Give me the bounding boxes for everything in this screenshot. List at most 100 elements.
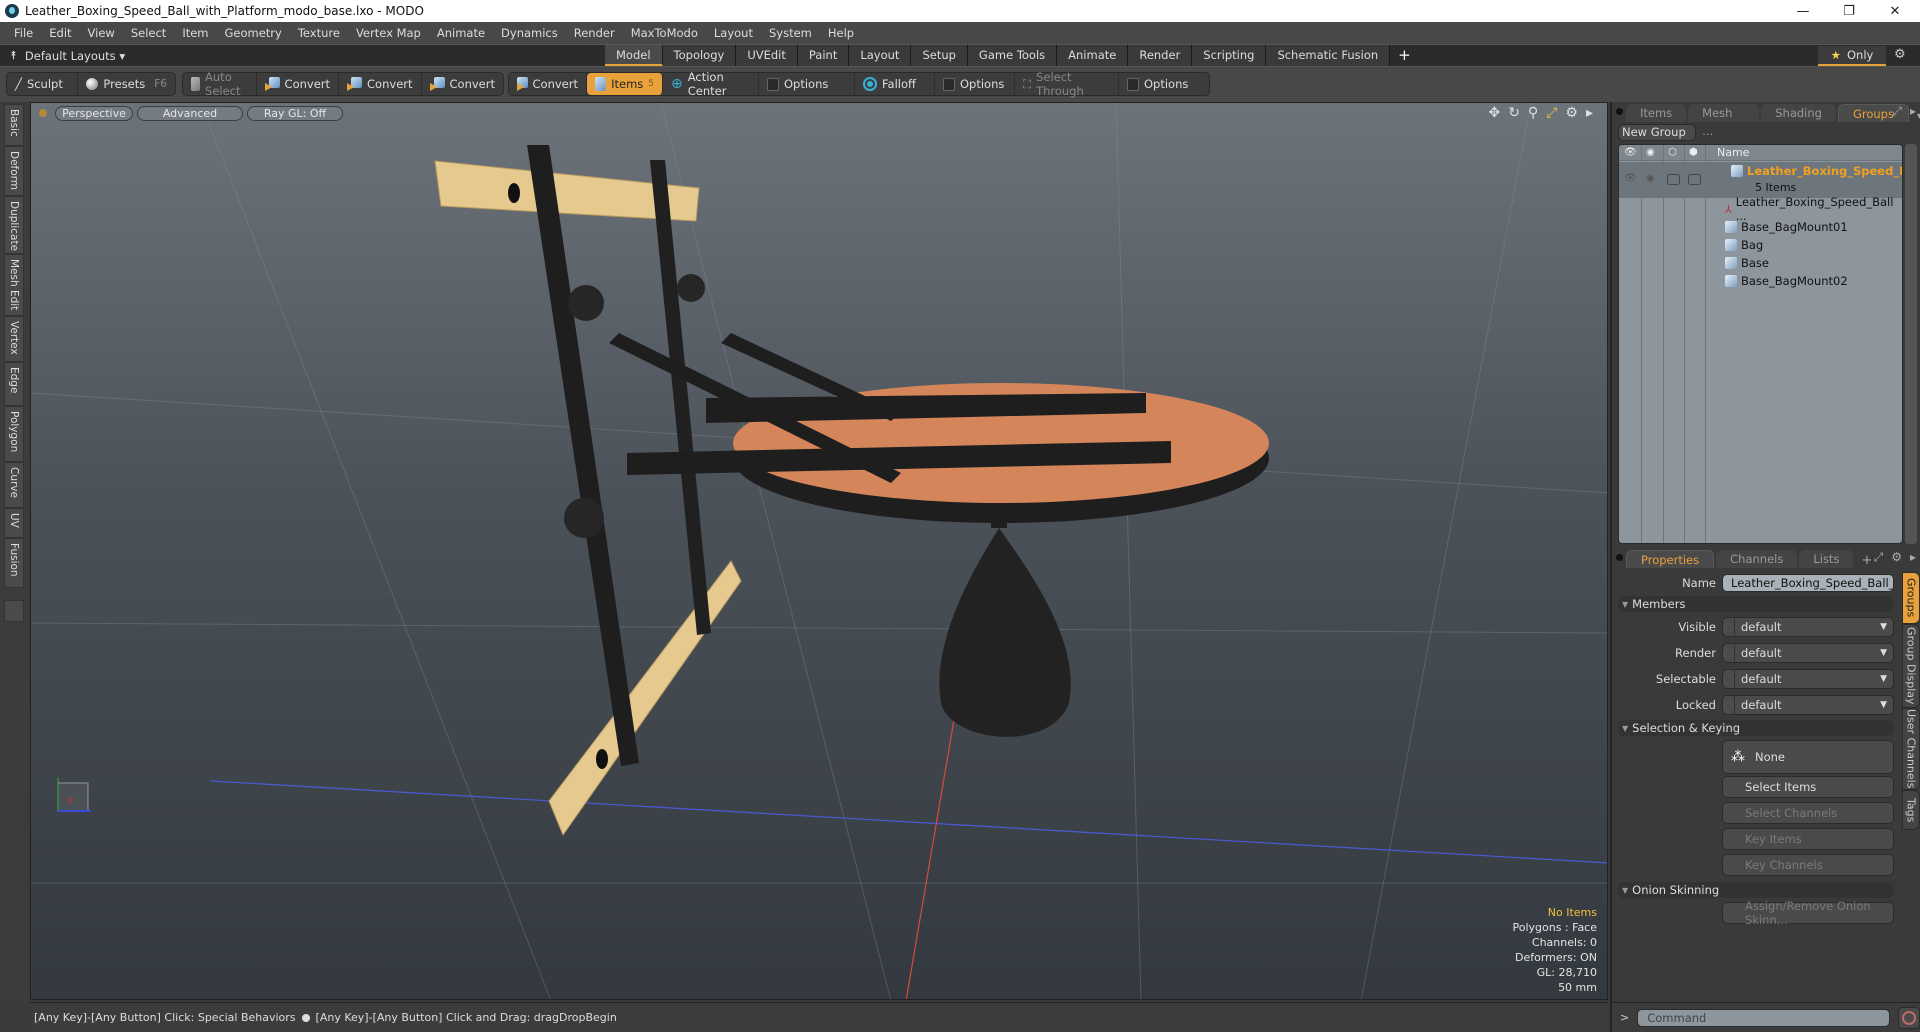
side-tab-groups[interactable]: Groups [1902, 572, 1920, 624]
tab-channels[interactable]: Channels [1716, 550, 1798, 568]
tab-mesh-edit[interactable]: Mesh Edit [4, 254, 24, 316]
tab-uv[interactable]: UV [4, 508, 24, 538]
tab-duplicate[interactable]: Duplicate [4, 196, 24, 254]
tab-lists[interactable]: Lists [1799, 550, 1854, 568]
menu-texture[interactable]: Texture [290, 26, 348, 40]
group-name-field[interactable]: Leather_Boxing_Speed_Ball_with [1722, 574, 1894, 592]
minimize-button[interactable]: — [1780, 0, 1826, 22]
perspective-dropdown[interactable]: Perspective [55, 105, 133, 121]
menu-help[interactable]: Help [820, 26, 862, 40]
maximize-viewport-icon[interactable]: ⤢ [1546, 105, 1557, 121]
tab-polygon[interactable]: Polygon [4, 406, 24, 462]
menu-edit[interactable]: Edit [41, 26, 79, 40]
tab-model[interactable]: Model [605, 45, 663, 66]
panel-menu-dot-icon[interactable] [1616, 554, 1623, 561]
side-tab-user-channels[interactable]: User Channels [1902, 708, 1920, 790]
render-dropdown[interactable]: default ▼ [1722, 643, 1894, 663]
items-mode-button[interactable]: Items 5 [587, 73, 663, 95]
convert-button-4[interactable]: Convert [509, 73, 587, 95]
tab-basic[interactable]: Basic [4, 104, 24, 146]
tree-scrollbar[interactable] [1905, 144, 1917, 544]
group-row[interactable]: 👁 ◉ Leather_Boxing_Speed_B... 5 Items [1619, 162, 1902, 198]
raygl-toggle[interactable]: Ray GL: Off [247, 105, 343, 121]
tab-setup[interactable]: Setup [911, 45, 968, 66]
tree-item[interactable]: Base_BagMount02 [1725, 272, 1848, 290]
select-through-button[interactable]: ⛶ Select Through [1015, 70, 1119, 98]
default-layouts-dropdown[interactable]: Default Layouts ▾ [25, 49, 125, 63]
panel-menu-dot-icon[interactable] [1616, 108, 1623, 115]
render-camera-icon[interactable]: ◉ [1646, 147, 1655, 158]
new-group-button[interactable]: New Group [1618, 124, 1696, 141]
menu-file[interactable]: File [6, 26, 41, 40]
tab-vertex[interactable]: Vertex [4, 316, 24, 362]
menu-animate[interactable]: Animate [429, 26, 493, 40]
rotate-icon[interactable]: ↻ [1508, 105, 1520, 121]
assign-onion-skin-button[interactable]: Assign/Remove Onion Skinn... [1722, 899, 1894, 927]
menu-maxtomodo[interactable]: MaxToModo [623, 26, 706, 40]
tree-item[interactable]: Base_BagMount01 [1725, 218, 1848, 236]
tab-scripting[interactable]: Scripting [1192, 45, 1267, 66]
locked-dropdown[interactable]: default ▼ [1722, 695, 1894, 715]
tab-edge[interactable]: Edge [4, 362, 24, 406]
pan-icon[interactable]: ✥ [1488, 105, 1500, 121]
options-button-2[interactable]: Options [935, 73, 1015, 95]
key-items-button[interactable]: Key Items [1722, 828, 1894, 850]
key-channels-button[interactable]: Key Channels [1722, 854, 1894, 876]
visibility-eye-icon[interactable]: 👁 [1624, 147, 1637, 158]
selectable-cube-icon[interactable]: ⬡ [1668, 147, 1677, 158]
name-column-header[interactable]: Name [1717, 146, 1749, 159]
add-tab-icon[interactable]: + [1861, 553, 1872, 568]
record-macro-icon[interactable] [1898, 1006, 1920, 1029]
tab-mesh[interactable]: Mesh ... [1688, 104, 1760, 138]
tab-topology[interactable]: Topology [662, 45, 737, 66]
side-tab-tags[interactable]: Tags [1902, 790, 1920, 830]
menu-system[interactable]: System [761, 26, 820, 40]
3d-viewport[interactable]: x Perspective Advanced Ray GL: Off ✥ ↻ ⚲… [30, 102, 1608, 1000]
zoom-icon[interactable]: ⚲ [1528, 105, 1538, 121]
viewport-more-icon[interactable]: ▸ [1586, 105, 1593, 121]
tab-deform[interactable]: Deform [4, 146, 24, 196]
falloff-button[interactable]: Falloff [855, 73, 935, 95]
group-lock-toggle[interactable] [1688, 174, 1701, 185]
options-button-1[interactable]: Options [759, 73, 855, 95]
tab-render[interactable]: Render [1128, 45, 1193, 66]
tab-paint[interactable]: Paint [797, 45, 850, 66]
selectable-dropdown[interactable]: default ▼ [1722, 669, 1894, 689]
convert-button-3[interactable]: Convert [422, 73, 503, 95]
tab-properties[interactable]: Properties [1626, 550, 1715, 568]
select-items-button[interactable]: Select Items [1722, 776, 1894, 798]
lock-cube-icon[interactable]: ⬢ [1689, 147, 1698, 158]
tree-item[interactable]: Base [1725, 254, 1769, 272]
group-render-icon[interactable]: ◉ [1646, 173, 1655, 184]
expand-panel-icon[interactable]: ⤢ [1874, 550, 1884, 565]
tab-game-tools[interactable]: Game Tools [967, 45, 1058, 66]
tree-item[interactable]: ⅄ Leather_Boxing_Speed_Ball ... [1725, 195, 1902, 223]
action-center-button[interactable]: ⊕ Action Center [663, 70, 759, 98]
group-visibility-icon[interactable]: 👁 [1624, 173, 1637, 184]
shading-dropdown[interactable]: Advanced [137, 105, 243, 121]
auto-select-button[interactable]: Auto Select [183, 70, 257, 98]
add-tab-button[interactable]: + [1390, 45, 1419, 67]
menu-dynamics[interactable]: Dynamics [493, 26, 566, 40]
panel-more-icon[interactable]: ▸ [1910, 550, 1916, 565]
tab-shading[interactable]: Shading [1761, 104, 1836, 122]
tab-schematic-fusion[interactable]: Schematic Fusion [1266, 45, 1391, 66]
tab-fusion[interactable]: Fusion [4, 538, 24, 588]
convert-button-2[interactable]: Convert [339, 73, 422, 95]
tab-uvedit[interactable]: UVEdit [736, 45, 798, 66]
visible-dropdown[interactable]: default ▼ [1722, 617, 1894, 637]
panel-more-icon[interactable]: ▸ [1910, 104, 1916, 119]
options-button-3[interactable]: Options [1119, 73, 1196, 95]
sculpt-button[interactable]: ╱ Sculpt [7, 73, 79, 95]
selection-keying-section[interactable]: ▼ Selection & Keying [1618, 720, 1894, 736]
onion-skinning-section[interactable]: ▼ Onion Skinning [1618, 882, 1894, 898]
tree-item[interactable]: Bag [1725, 236, 1763, 254]
side-tab-group-display[interactable]: Group Display [1902, 624, 1920, 708]
group-selectable-toggle[interactable] [1667, 174, 1680, 185]
menu-view[interactable]: View [80, 26, 123, 40]
tab-layout[interactable]: Layout [849, 45, 912, 66]
menu-vertex-map[interactable]: Vertex Map [348, 26, 429, 40]
gear-icon[interactable]: ⚙ [1894, 47, 1906, 62]
tab-extra[interactable] [4, 600, 24, 622]
viewport-gear-icon[interactable]: ⚙ [1565, 105, 1578, 121]
